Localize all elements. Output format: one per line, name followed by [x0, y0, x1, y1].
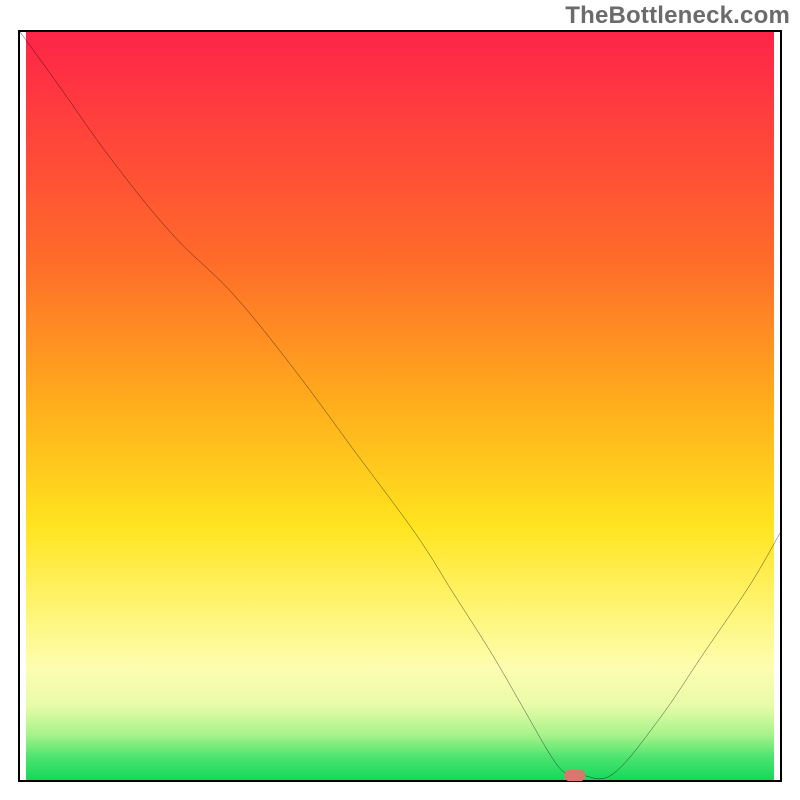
watermark-text: TheBottleneck.com — [565, 2, 790, 30]
target-marker — [564, 770, 585, 781]
chart-svg — [20, 32, 780, 780]
bottleneck-curve — [20, 32, 780, 779]
plot-border — [18, 30, 782, 782]
chart-frame: TheBottleneck.com — [0, 0, 800, 800]
